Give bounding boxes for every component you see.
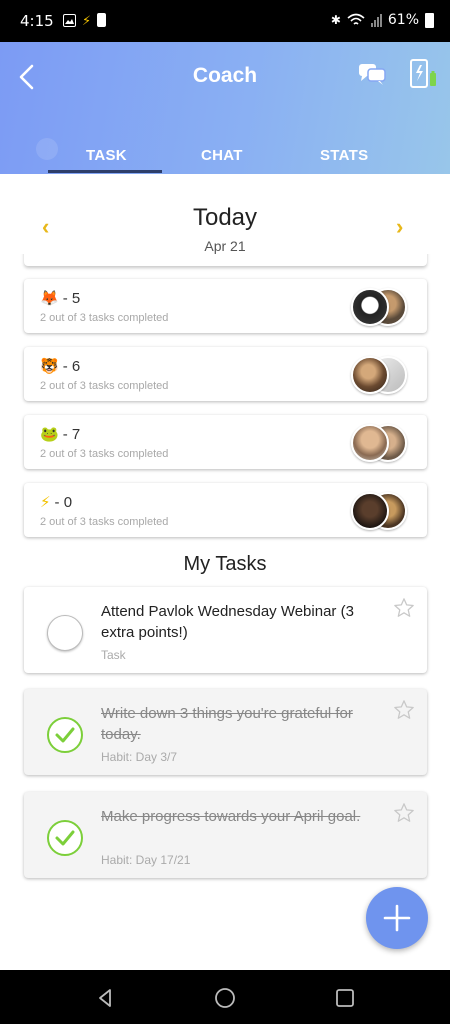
nav-back-icon[interactable] [94,986,118,1010]
tab-task[interactable]: TASK [86,147,127,164]
team-avatars [351,424,407,462]
day-title: Today [192,204,258,231]
team-card[interactable]: 🐸 - 7 2 out of 3 tasks completed [24,415,427,469]
next-day-icon[interactable]: › [396,214,403,240]
team-emoji-icon: 🐸 [40,426,59,443]
task-meta: Habit: Day 17/21 [101,853,191,867]
status-time: 4:15 [20,12,54,30]
task-meta: Task [101,648,126,662]
wifi-icon [347,13,365,25]
team-progress: 2 out of 3 tasks completed [40,516,169,528]
task-title: Make progress towards your April goal. [101,808,361,825]
team-emoji-icon: 🐯 [40,358,59,375]
checkmark-icon [55,727,75,743]
task-title: Write down 3 things you're grateful for … [101,705,353,743]
task-checkbox[interactable] [47,717,83,753]
team-name: - 7 [62,425,81,443]
pavlok-device-icon[interactable] [408,59,438,89]
add-task-button[interactable] [366,887,428,949]
task-title: Attend Pavlok Wednesday Webinar (3 extra… [101,603,354,641]
team-avatars [351,356,407,394]
date-navigator: ‹ Today Apr 21 › [0,190,450,254]
avatar [351,356,389,394]
avatar [351,424,389,462]
active-tab-indicator [48,170,162,173]
pavlok-notification-icon: ⚡ [82,12,92,28]
team-emoji-icon: 🦊 [40,290,59,307]
task-card[interactable]: Attend Pavlok Wednesday Webinar (3 extra… [24,587,427,673]
nav-home-icon[interactable] [213,986,237,1010]
battery-notification-icon [97,13,107,27]
team-name: - 0 [54,493,73,511]
gallery-notification-icon [63,13,76,27]
avatar [351,492,389,530]
task-checkbox[interactable] [47,615,83,651]
task-card[interactable]: Write down 3 things you're grateful for … [24,689,427,775]
plus-icon [383,904,411,932]
battery-icon [425,12,434,28]
team-progress: 2 out of 3 tasks completed [40,312,169,324]
signal-icon [370,13,382,27]
task-meta: Habit: Day 3/7 [101,750,178,764]
task-checkbox[interactable] [47,820,83,856]
team-avatars [351,492,407,530]
team-card[interactable]: 🦊 - 5 2 out of 3 tasks completed [24,279,427,333]
app-header: Coach TASK CHAT STATS [0,42,450,174]
system-nav-bar [0,970,450,1024]
day-date: Apr 21 [204,238,246,254]
team-progress: 2 out of 3 tasks completed [40,380,169,392]
team-name: - 6 [62,357,81,375]
tab-stats[interactable]: STATS [320,147,368,164]
tab-chat[interactable]: CHAT [201,147,243,164]
star-icon[interactable] [393,802,415,824]
team-avatars [351,288,407,326]
nav-recents-icon[interactable] [333,986,357,1010]
tab-bar: TASK CHAT STATS [0,142,450,174]
checkmark-icon [55,830,75,846]
battery-percent: 61% [387,12,419,28]
status-bar: 4:15 ⚡ ✱ 61% [0,0,450,42]
avatar [351,288,389,326]
bluetooth-icon: ✱ [330,13,341,27]
team-emoji-icon: ⚡ [40,494,51,511]
team-name: - 5 [62,289,81,307]
star-icon[interactable] [393,699,415,721]
team-card[interactable]: 🐯 - 6 2 out of 3 tasks completed [24,347,427,401]
star-icon[interactable] [393,597,415,619]
task-card[interactable]: Make progress towards your April goal. H… [24,792,427,878]
messages-icon[interactable] [358,62,386,86]
team-progress: 2 out of 3 tasks completed [40,448,169,460]
team-card[interactable]: ⚡ - 0 2 out of 3 tasks completed [24,483,427,537]
my-tasks-heading: My Tasks [183,553,267,575]
